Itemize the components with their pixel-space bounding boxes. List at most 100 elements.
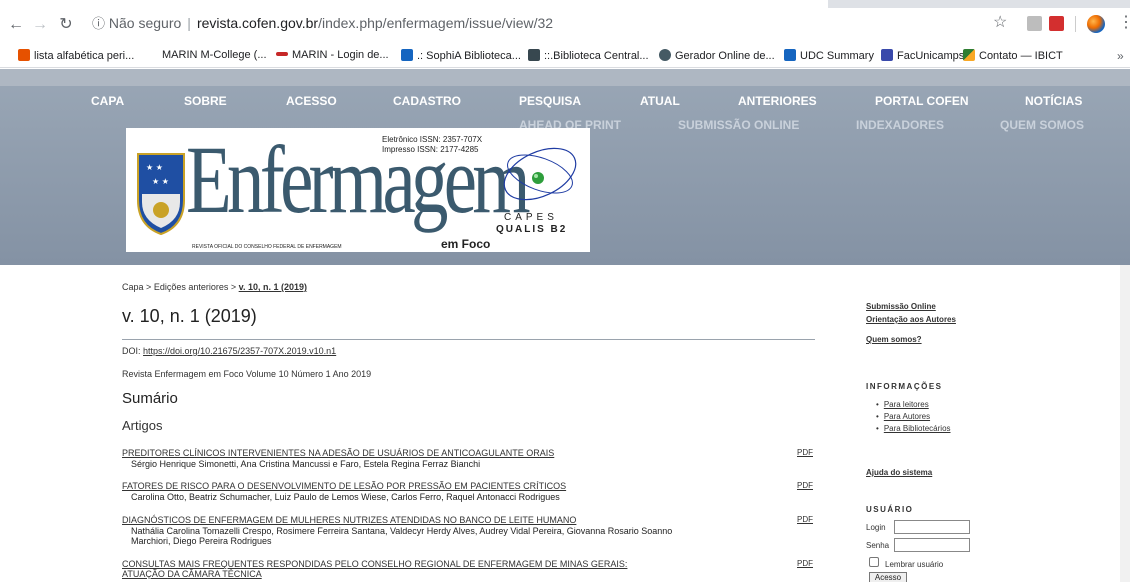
article-title-link[interactable]: DIAGNÓSTICOS DE ENFERMAGEM DE MULHERES N… (122, 515, 662, 525)
issue-description: Revista Enfermagem em Foco Volume 10 Núm… (122, 369, 372, 379)
article-title-link[interactable]: CONSULTAS MAIS FREQUENTES RESPONDIDAS PE… (122, 559, 652, 579)
nav-anteriores[interactable]: ANTERIORES (738, 94, 817, 108)
pdf-link[interactable]: PDF (797, 559, 813, 569)
doi-line: DOI: https://doi.org/10.21675/2357-707X.… (122, 346, 336, 356)
doi-label: DOI: (122, 346, 141, 356)
senha-label: Senha (866, 541, 890, 550)
active-tab[interactable] (0, 0, 828, 8)
bookmark-favicon-icon (528, 49, 540, 61)
nav-sobre[interactable]: SOBRE (184, 94, 227, 108)
breadcrumb-sep: > (146, 282, 152, 292)
pdf-link[interactable]: PDF (797, 481, 813, 491)
bookmark-label: FacUnicamps (897, 50, 965, 62)
reload-icon[interactable]: ↻ (57, 17, 75, 33)
senha-input[interactable] (894, 538, 970, 552)
url-separator: | (187, 15, 191, 31)
banner-issn: Eletrônico ISSN: 2357-707X Impresso ISSN… (382, 135, 482, 155)
extension-red-icon[interactable] (1049, 16, 1064, 31)
coat-of-arms-icon: ★ ★ ★ ★ (137, 153, 185, 236)
profile-avatar[interactable] (1087, 15, 1105, 33)
page-scrollbar[interactable] (1120, 265, 1130, 582)
breadcrumb: Capa > Edições anteriores > v. 10, n. 1 … (122, 282, 307, 292)
pdf-link[interactable]: PDF (797, 515, 813, 525)
nav-noticias[interactable]: NOTÍCIAS (1025, 94, 1082, 108)
acesso-button[interactable]: Acesso (869, 572, 907, 582)
bookmark-favicon-icon (784, 49, 796, 61)
bookmark-label: .: SophiA Biblioteca... (417, 50, 521, 62)
breadcrumb-current[interactable]: v. 10, n. 1 (2019) (239, 282, 307, 292)
issn-electronic: Eletrônico ISSN: 2357-707X (382, 135, 483, 144)
article-title-link[interactable]: FATORES DE RISCO PARA O DESENVOLVIMENTO … (122, 481, 662, 491)
security-label: Não seguro (108, 15, 182, 31)
breadcrumb-home[interactable]: Capa (122, 282, 144, 292)
section-heading: Artigos (122, 418, 163, 433)
sidebar-info-item[interactable]: Para Autores (876, 411, 951, 423)
bookmark-label: MARIN M-College (... (162, 49, 267, 61)
bookmark-item[interactable]: UDC Summary (784, 49, 874, 63)
journal-banner[interactable]: ★ ★ ★ ★ Enfermagem Eletrônico ISSN: 2357… (126, 128, 590, 252)
bookmark-item[interactable]: Gerador Online de... (659, 49, 775, 63)
sidebar-info-list: Para leitores Para Autores Para Bibliote… (876, 399, 951, 435)
nav-capa[interactable]: CAPA (91, 94, 124, 108)
sidebar-quem-somos-link[interactable]: Quem somos? (866, 335, 922, 345)
forward-icon[interactable]: → (31, 17, 49, 33)
bookmark-star-icon[interactable]: ☆ (993, 15, 1007, 31)
sidebar-ajuda-link[interactable]: Ajuda do sistema (866, 468, 932, 478)
doi-link[interactable]: https://doi.org/10.21675/2357-707X.2019.… (143, 346, 336, 356)
sidebar-submissao-link[interactable]: Submissão Online (866, 302, 936, 312)
address-bar[interactable]: ⓘ Não seguro | revista.cofen.gov.br/index.… (92, 14, 553, 33)
article-title-link[interactable]: PREDITORES CLÍNICOS INTERVENIENTES NA AD… (122, 448, 662, 458)
bookmarks-overflow-icon[interactable]: » (1117, 49, 1124, 63)
sidebar-info-heading: INFORMAÇÕES (866, 382, 943, 391)
title-divider (122, 339, 815, 340)
bookmark-item[interactable]: FacUnicamps (881, 49, 964, 63)
bookmarks-bar: lista alfabética peri... MARIN M-College… (0, 44, 1130, 68)
bookmark-label: lista alfabética peri... (34, 50, 135, 62)
banner-em-foco: em Foco (441, 237, 491, 251)
breadcrumb-sep: > (230, 282, 237, 292)
bookmark-label: Gerador Online de... (675, 50, 775, 62)
svg-text:★ ★: ★ ★ (152, 177, 169, 186)
bookmark-item[interactable]: ::.Biblioteca Central... (528, 49, 649, 63)
nav-pesquisa[interactable]: PESQUISA (519, 94, 581, 108)
login-input[interactable] (894, 520, 970, 534)
menu-kebab-icon[interactable]: ⋮ (1118, 15, 1130, 31)
tab-strip (0, 0, 1130, 8)
nav-atual[interactable]: ATUAL (640, 94, 680, 108)
pdf-link[interactable]: PDF (797, 448, 813, 458)
bookmark-item[interactable]: MARIN M-College (... (162, 49, 267, 62)
article-item: CONSULTAS MAIS FREQUENTES RESPONDIDAS PE… (122, 559, 813, 579)
page-title: v. 10, n. 1 (2019) (122, 306, 257, 326)
bookmark-item[interactable]: MARIN - Login de... (276, 49, 389, 62)
nav-cadastro[interactable]: CADASTRO (393, 94, 461, 108)
article-authors: Sérgio Henrique Simonetti, Ana Cristina … (131, 459, 481, 469)
bookmark-favicon-icon (659, 49, 671, 61)
info-icon[interactable]: ⓘ (92, 16, 105, 31)
bookmark-favicon-icon (963, 49, 975, 61)
sidebar-orientacao-link[interactable]: Orientação aos Autores (866, 315, 956, 325)
extension-icon[interactable] (1027, 16, 1042, 31)
article-authors: Nathália Carolina Tomazelli Crespo, Rosi… (131, 526, 673, 546)
banner-subline: REVISTA OFICIAL DO CONSELHO FEDERAL DE E… (192, 244, 342, 250)
bookmark-favicon-icon (881, 49, 893, 61)
toolbar-divider (1075, 16, 1076, 32)
header-stripe (0, 69, 1130, 86)
nav-quem-somos[interactable]: QUEM SOMOS (1000, 118, 1084, 132)
article-item: FATORES DE RISCO PARA O DESENVOLVIMENTO … (122, 481, 813, 502)
nav-acesso[interactable]: ACESSO (286, 94, 337, 108)
remember-checkbox[interactable] (869, 557, 879, 567)
sidebar-info-item[interactable]: Para Bibliotecários (876, 423, 951, 435)
nav-portal-cofen[interactable]: PORTAL COFEN (875, 94, 969, 108)
back-icon[interactable]: ← (7, 17, 25, 33)
bookmark-item[interactable]: Contato — IBICT (963, 49, 1063, 63)
remember-label: Lembrar usuário (885, 560, 944, 569)
bookmark-label: ::.Biblioteca Central... (544, 50, 649, 62)
bookmark-item[interactable]: .: SophiA Biblioteca... (401, 49, 521, 63)
bookmark-item[interactable]: lista alfabética peri... (18, 49, 134, 63)
capes-label: CAPES (504, 212, 558, 223)
bookmark-label: Contato — IBICT (979, 50, 1063, 62)
sidebar-info-item[interactable]: Para leitores (876, 399, 951, 411)
nav-submissao-online[interactable]: SUBMISSÃO ONLINE (678, 118, 799, 132)
nav-indexadores[interactable]: INDEXADORES (856, 118, 944, 132)
breadcrumb-previous[interactable]: Edições anteriores (154, 282, 229, 292)
